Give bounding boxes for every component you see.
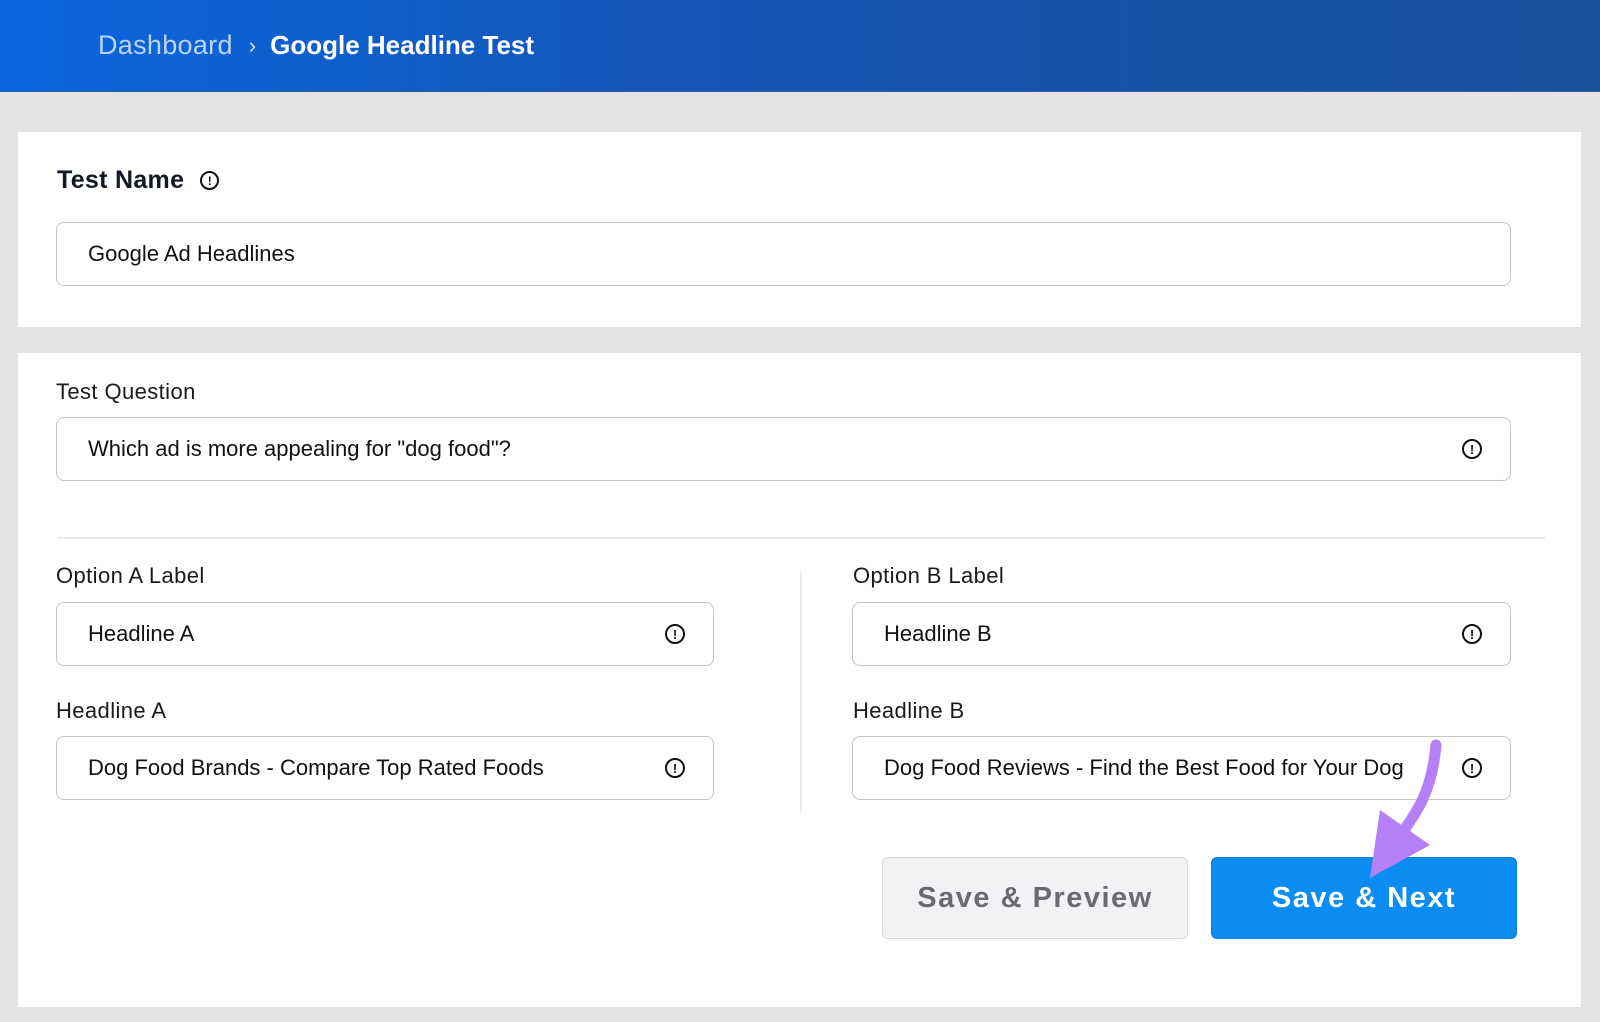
breadcrumb-dashboard-link[interactable]: Dashboard [98, 30, 233, 61]
headline-b-field[interactable]: ! [852, 736, 1511, 800]
test-name-field[interactable] [56, 222, 1511, 286]
option-a-label-title: Option A Label [56, 563, 205, 588]
test-question-label: Test Question [56, 379, 196, 404]
page-title: Google Headline Test [270, 30, 535, 60]
test-config-card: Test Question ! Option A Label ! Headlin… [18, 353, 1581, 1007]
test-question-field[interactable]: ! [56, 417, 1511, 481]
info-icon[interactable]: ! [665, 624, 685, 644]
info-icon[interactable]: ! [200, 171, 220, 190]
headline-b-title: Headline B [853, 698, 965, 723]
option-b-label-input[interactable] [884, 621, 1450, 647]
test-name-title: Test Name [57, 166, 185, 194]
option-b-label-field[interactable]: ! [852, 602, 1511, 666]
headline-a-field[interactable]: ! [56, 736, 714, 800]
top-header: Dashboard › Google Headline Test [0, 0, 1600, 92]
headline-b-input[interactable] [884, 755, 1450, 781]
info-icon[interactable]: ! [1462, 439, 1482, 459]
breadcrumb-chevron-icon: › [248, 32, 257, 58]
info-icon[interactable]: ! [1462, 624, 1482, 644]
save-and-preview-button[interactable]: Save & Preview [882, 857, 1188, 939]
test-question-input[interactable] [88, 436, 1450, 462]
column-divider [800, 572, 802, 812]
info-icon[interactable]: ! [665, 758, 685, 778]
info-icon[interactable]: ! [1462, 758, 1482, 778]
option-a-label-input[interactable] [88, 621, 653, 647]
test-name-heading: Test Name ! [57, 166, 220, 195]
test-name-input[interactable] [88, 241, 1482, 267]
headline-a-title: Headline A [56, 698, 167, 723]
section-divider [57, 537, 1545, 539]
save-and-next-button[interactable]: Save & Next [1211, 857, 1517, 939]
option-a-label-field[interactable]: ! [56, 602, 714, 666]
option-b-label-title: Option B Label [853, 563, 1005, 588]
test-name-card: Test Name ! [18, 132, 1581, 327]
headline-a-input[interactable] [88, 755, 653, 781]
